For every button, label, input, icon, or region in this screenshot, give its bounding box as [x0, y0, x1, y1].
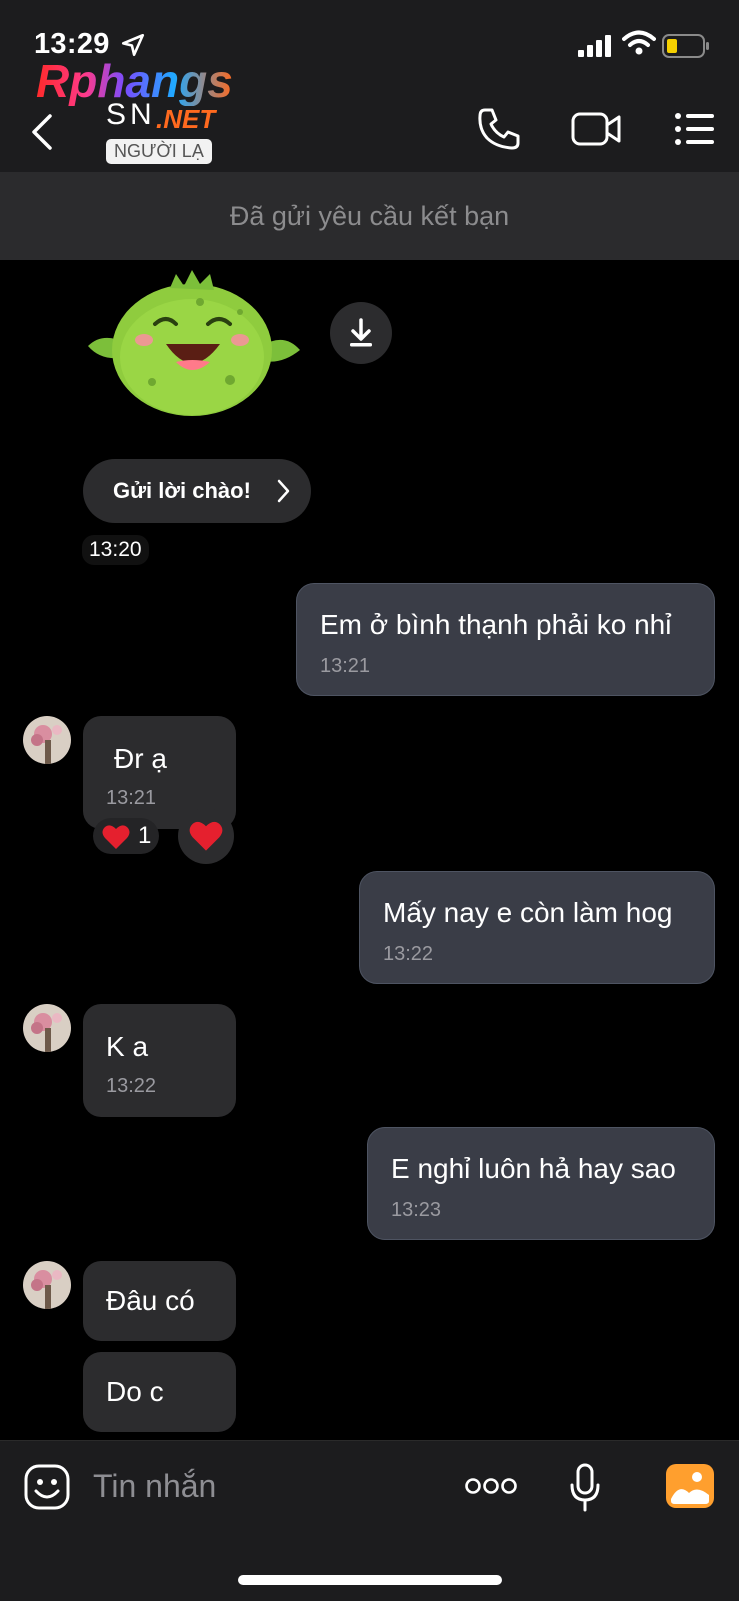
contact-avatar[interactable]: [23, 716, 71, 764]
react-button[interactable]: [178, 808, 234, 864]
message-bubble-received[interactable]: K a 13:22: [83, 1004, 236, 1117]
watermark-logo-net: .NET: [156, 104, 216, 134]
microphone-icon[interactable]: [568, 1463, 602, 1513]
message-time: 13:21: [106, 787, 157, 809]
message-input[interactable]: Tin nhắn: [93, 1468, 216, 1505]
friend-request-banner: Đã gửi yêu cầu kết bạn: [0, 172, 739, 260]
message-time: 13:22: [383, 943, 434, 965]
heart-icon: [102, 825, 130, 849]
contact-avatar[interactable]: [23, 1004, 71, 1052]
greeting-timestamp: 13:20: [82, 535, 149, 565]
message-bubble-sent[interactable]: Mấy nay e còn làm hog 13:22: [359, 871, 715, 984]
download-button[interactable]: [330, 302, 392, 364]
message-text: E nghỉ luôn hả hay sao: [391, 1153, 676, 1184]
message-time: 13:21: [320, 655, 371, 677]
message-text: K a: [106, 1031, 149, 1062]
watermark-logo-sn: SN: [106, 98, 156, 131]
menu-list-icon[interactable]: [674, 106, 716, 152]
message-text: Em ở bình thạnh phải ko nhỉ: [320, 609, 672, 640]
reaction-count: 1: [138, 822, 152, 849]
message-text: Đr ạ: [114, 743, 167, 774]
video-camera-icon[interactable]: [570, 106, 622, 152]
message-bubble-sent[interactable]: Em ở bình thạnh phải ko nhỉ 13:21: [296, 583, 715, 696]
message-time: 13:22: [106, 1075, 157, 1097]
back-chevron-icon[interactable]: [30, 112, 54, 152]
download-icon: [350, 318, 372, 347]
contact-avatar[interactable]: [23, 1261, 71, 1309]
message-bubble-received[interactable]: Đâu có: [83, 1261, 236, 1341]
more-dots-icon[interactable]: [464, 1476, 518, 1496]
stranger-badge: NGƯỜI LẠ: [106, 139, 212, 164]
wifi-icon: [622, 30, 656, 55]
message-text: Do c: [106, 1376, 164, 1407]
chevron-right-icon: [277, 479, 290, 503]
message-text: Đâu có: [106, 1285, 195, 1316]
battery-icon: [662, 34, 709, 58]
emoji-icon[interactable]: [23, 1463, 71, 1511]
sticker-image: [88, 270, 300, 416]
home-indicator: [238, 1575, 502, 1585]
heart-icon: [189, 821, 223, 851]
phone-icon[interactable]: [476, 106, 522, 152]
signal-icon: [578, 35, 611, 57]
message-bubble-sent[interactable]: E nghỉ luôn hả hay sao 13:23: [367, 1127, 715, 1240]
message-text: Mấy nay e còn làm hog: [383, 897, 673, 928]
gallery-icon[interactable]: [665, 1463, 715, 1509]
message-time: 13:23: [391, 1199, 442, 1221]
message-bubble-received[interactable]: Do c: [83, 1352, 236, 1432]
